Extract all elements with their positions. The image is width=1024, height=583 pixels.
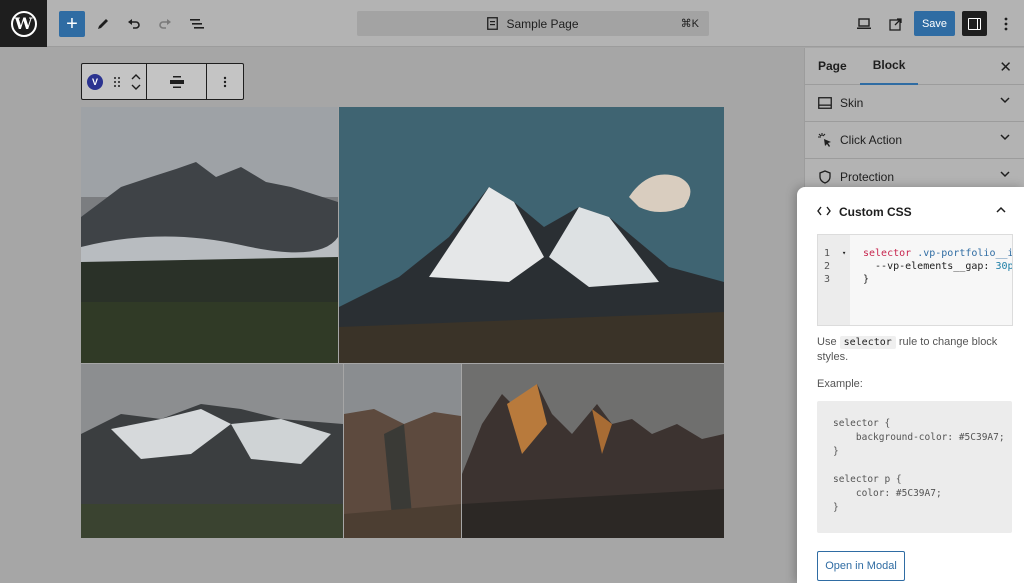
editor-canvas: V (0, 48, 804, 583)
custom-css-header[interactable]: Custom CSS (797, 187, 1024, 237)
panel-skin[interactable]: Skin (805, 85, 1024, 122)
shield-icon (817, 170, 832, 185)
block-toolbar: V (81, 63, 244, 100)
undo-icon[interactable] (121, 11, 147, 37)
page-icon (487, 17, 499, 30)
fold-marker-icon: ▾ (842, 249, 847, 257)
more-options-icon (223, 76, 227, 87)
panel-protection-label: Protection (840, 170, 895, 184)
gallery-image-snow-mountain[interactable] (339, 107, 724, 363)
wordpress-icon: W (10, 10, 37, 37)
options-menu-icon[interactable] (993, 11, 1019, 37)
document-title: Sample Page (506, 16, 579, 31)
sidebar-icon (968, 17, 981, 30)
block-switcher[interactable]: V (82, 64, 147, 99)
tab-block[interactable]: Block (859, 48, 919, 85)
align-wide-icon (169, 75, 184, 88)
panel-click-action[interactable]: Click Action (805, 122, 1024, 159)
example-code-block: selector { background-color: #5C39A7; } … (817, 401, 1012, 533)
custom-css-help: Use selector rule to change block styles… (817, 336, 998, 363)
click-icon (817, 133, 832, 148)
editor-topbar: W + Sample Page ⌘K Save (0, 0, 1024, 47)
code-icon (817, 205, 831, 219)
panel-skin-label: Skin (840, 96, 864, 110)
drag-handle-icon[interactable] (113, 76, 121, 88)
add-block-button[interactable]: + (59, 11, 85, 37)
portfolio-gallery (81, 107, 724, 538)
gallery-image-misty-peaks[interactable] (81, 107, 338, 363)
selector-code-chip: selector (839, 336, 896, 349)
custom-css-panel: Custom CSS 1 ▾ selector .vp-portfolio__i… (797, 187, 1024, 583)
open-in-modal-button[interactable]: Open in Modal (817, 551, 905, 581)
panel-click-action-label: Click Action (840, 133, 903, 147)
chevron-down-icon (1000, 96, 1010, 107)
wordpress-logo[interactable]: W (0, 0, 47, 47)
skin-icon (817, 96, 832, 111)
preview-device-icon[interactable] (851, 11, 877, 37)
sidebar-tabs: Page Block ✕ (805, 48, 1024, 85)
chevron-down-icon (1000, 133, 1010, 144)
gallery-image-canyon[interactable] (344, 364, 461, 538)
block-options-button[interactable] (207, 64, 243, 99)
settings-sidebar-toggle[interactable] (962, 11, 987, 36)
gallery-image-snowy-ridge[interactable] (81, 364, 343, 538)
command-shortcut: ⌘K (680, 18, 699, 30)
example-label: Example: (817, 378, 863, 390)
move-up-down-icon[interactable] (131, 73, 141, 91)
gallery-image-spires[interactable] (462, 364, 724, 538)
chevron-down-icon (1000, 170, 1010, 181)
css-code-editor[interactable]: 1 ▾ selector .vp-portfolio__ite 2 --vp-e… (817, 234, 1013, 326)
view-page-icon[interactable] (882, 11, 908, 37)
custom-css-title: Custom CSS (839, 205, 912, 219)
list-view-icon[interactable] (184, 11, 210, 37)
redo-icon[interactable] (152, 11, 178, 37)
close-icon[interactable]: ✕ (999, 58, 1012, 76)
edit-tool-icon[interactable] (90, 11, 116, 37)
save-button[interactable]: Save (914, 11, 955, 36)
chevron-up-icon (996, 205, 1006, 216)
visual-portfolio-block-icon: V (87, 73, 103, 90)
tab-page[interactable]: Page (805, 48, 860, 85)
document-bar[interactable]: Sample Page ⌘K (357, 11, 709, 36)
align-button[interactable] (147, 64, 207, 99)
